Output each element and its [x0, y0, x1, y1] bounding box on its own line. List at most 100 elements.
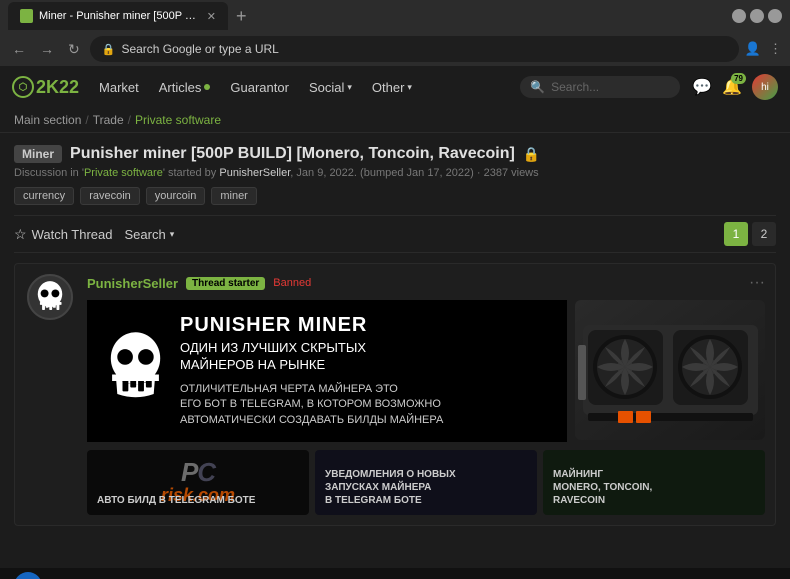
watch-thread-button[interactable]: ☆ Watch Thread	[14, 226, 113, 243]
meta-paren: ) ·	[470, 167, 483, 179]
avatar-initials: hi	[761, 82, 769, 93]
nav-right-icons: 💬 🔔 79 hi	[692, 74, 778, 100]
meta-views: 2387 views	[484, 167, 539, 179]
site-logo: ⬡ 2K22	[12, 76, 79, 98]
tag-ravecoin[interactable]: ravecoin	[80, 187, 140, 205]
nav-search-text: Search...	[551, 80, 599, 94]
thread-header: Miner Punisher miner [500P BUILD] [Moner…	[14, 145, 776, 205]
punisher-banner-title: PUNISHER MINER	[180, 314, 551, 336]
maximize-button[interactable]	[750, 9, 764, 23]
address-bar[interactable]: 🔒 Search Google or type a URL	[90, 36, 739, 62]
feature-card-3-text: МАЙНИНГ MONERO, TONCOIN, RAVECOIN	[553, 468, 652, 507]
new-tab-button[interactable]: +	[228, 6, 255, 27]
tag-miner[interactable]: miner	[211, 187, 257, 205]
tag-yourcoin[interactable]: yourcoin	[146, 187, 206, 205]
poster-name[interactable]: PunisherSeller	[87, 276, 178, 291]
meta-date-val: Jan 9, 2022.	[296, 167, 357, 179]
thread-lock-icon: 🔒	[523, 146, 540, 163]
page-2-button[interactable]: 2	[752, 222, 776, 246]
active-tab[interactable]: Miner - Punisher miner [500P BU... ✕	[8, 2, 228, 30]
breadcrumb-private[interactable]: Private software	[135, 113, 221, 127]
post-content: PunisherSeller Thread starter Banned ···	[87, 274, 765, 515]
feature-card-2-text: УВЕДОМЛЕНИЯ О НОВЫХ ЗАПУСКАХ МАЙНЕРА В T…	[325, 468, 456, 507]
watch-label: Watch Thread	[32, 227, 113, 242]
nav-guarantor[interactable]: Guarantor	[222, 76, 297, 99]
forward-button[interactable]: →	[36, 39, 58, 59]
thread-actions: ☆ Watch Thread Search ▾	[14, 226, 174, 243]
minimize-button[interactable]	[732, 9, 746, 23]
poster-badge: Thread starter	[186, 277, 265, 290]
nav-social[interactable]: Social ▾	[301, 76, 360, 99]
breadcrumb: Main section / Trade / Private software	[0, 108, 790, 133]
meta-bumped: (	[357, 167, 364, 179]
bottom-avatar	[14, 572, 42, 579]
nav-other-label: Other	[372, 80, 405, 95]
feature-card-2: УВЕДОМЛЕНИЯ О НОВЫХ ЗАПУСКАХ МАЙНЕРА В T…	[315, 450, 537, 515]
thread-controls: ☆ Watch Thread Search ▾ 1 2	[14, 215, 776, 253]
feature-card-1-text: АВТО БИЛД В TELEGRAM БОТЕ	[97, 494, 255, 507]
poster-status: Banned	[273, 277, 311, 289]
search-icon: 🔍	[530, 80, 545, 94]
reload-button[interactable]: ↻	[64, 39, 84, 60]
post-header: PunisherSeller Thread starter Banned ···	[87, 274, 765, 292]
page-1-button[interactable]: 1	[724, 222, 748, 246]
search-thread-label: Search	[125, 227, 166, 242]
meta-forum-link[interactable]: Private software	[84, 167, 163, 179]
punisher-banner-skull	[103, 328, 168, 413]
logo-text: 2K22	[36, 77, 79, 98]
profile-icon[interactable]: 👤	[745, 41, 761, 57]
thread-title: Punisher miner [500P BUILD] [Monero, Ton…	[70, 145, 515, 163]
back-button[interactable]: ←	[8, 39, 30, 59]
banner-area: PUNISHER MINER ОДИН ИЗ ЛУЧШИХ СКРЫТЫХ МА…	[87, 300, 765, 442]
punisher-banner: PUNISHER MINER ОДИН ИЗ ЛУЧШИХ СКРЫТЫХ МА…	[87, 300, 567, 442]
breadcrumb-trade[interactable]: Trade	[93, 113, 124, 127]
punisher-text-area: PUNISHER MINER ОДИН ИЗ ЛУЧШИХ СКРЫТЫХ МА…	[180, 314, 551, 428]
bottom-bar	[0, 568, 790, 579]
tag-currency[interactable]: currency	[14, 187, 74, 205]
breadcrumb-home[interactable]: Main section	[14, 113, 81, 127]
tab-title: Miner - Punisher miner [500P BU...	[39, 10, 197, 22]
feature-cards: PC risk.com АВТО БИЛД В TELEGRAM БОТЕ УВ…	[87, 450, 765, 515]
punisher-banner-desc: ОТЛИЧИТЕЛЬНАЯ ЧЕРТА МАЙНЕРА ЭТО ЕГО БОТ …	[180, 382, 551, 428]
articles-dot	[204, 84, 210, 90]
gpu-card	[575, 300, 765, 440]
main-content: Miner Punisher miner [500P BUILD] [Moner…	[0, 133, 790, 568]
punisher-banner-subtitle: ОДИН ИЗ ЛУЧШИХ СКРЫТЫХ МАЙНЕРОВ НА РЫНКЕ	[180, 340, 551, 374]
search-arrow-icon: ▾	[170, 229, 175, 240]
post-avatar	[25, 274, 75, 515]
lock-icon: 🔒	[102, 43, 116, 56]
skull-svg	[32, 279, 68, 315]
address-bar-row: ← → ↻ 🔒 Search Google or type a URL 👤 ⋮	[0, 32, 790, 66]
meta-started: ' started by	[163, 167, 220, 179]
search-thread-button[interactable]: Search ▾	[125, 227, 175, 242]
feature-card-3: МАЙНИНГ MONERO, TONCOIN, RAVECOIN	[543, 450, 765, 515]
user-avatar[interactable]: hi	[752, 74, 778, 100]
post: PunisherSeller Thread starter Banned ···	[14, 263, 776, 526]
chat-icon[interactable]: 💬	[692, 77, 712, 97]
nav-search[interactable]: 🔍 Search...	[520, 76, 680, 98]
meta-bumped-val: bumped Jan 17, 2022	[364, 167, 470, 179]
address-bar-text: Search Google or type a URL	[121, 42, 726, 56]
notification-icon[interactable]: 🔔 79	[722, 77, 742, 97]
thread-tags: currency ravecoin yourcoin miner	[14, 187, 776, 205]
nav-articles[interactable]: Articles	[151, 76, 219, 99]
breadcrumb-sep-2: /	[128, 113, 131, 127]
close-window-button[interactable]	[768, 9, 782, 23]
post-more-button[interactable]: ···	[749, 274, 765, 292]
title-bar: Miner - Punisher miner [500P BU... ✕ +	[0, 0, 790, 32]
menu-icon[interactable]: ⋮	[769, 41, 782, 57]
nav-market-label: Market	[99, 80, 139, 95]
thread-badge: Miner	[14, 145, 62, 163]
site-nav: ⬡ 2K22 Market Articles Guarantor Social …	[0, 66, 790, 108]
thread-meta: Discussion in 'Private software' started…	[14, 167, 776, 179]
thread-title-row: Miner Punisher miner [500P BUILD] [Moner…	[14, 145, 776, 163]
close-tab-icon[interactable]: ✕	[207, 10, 216, 23]
nav-market[interactable]: Market	[91, 76, 147, 99]
nav-guarantor-label: Guarantor	[230, 80, 289, 95]
star-icon: ☆	[14, 226, 27, 243]
nav-other[interactable]: Other ▾	[364, 76, 420, 99]
nav-articles-label: Articles	[159, 80, 202, 95]
pagination: 1 2	[724, 222, 776, 246]
meta-author[interactable]: PunisherSeller	[219, 167, 290, 179]
nav-social-label: Social	[309, 80, 344, 95]
